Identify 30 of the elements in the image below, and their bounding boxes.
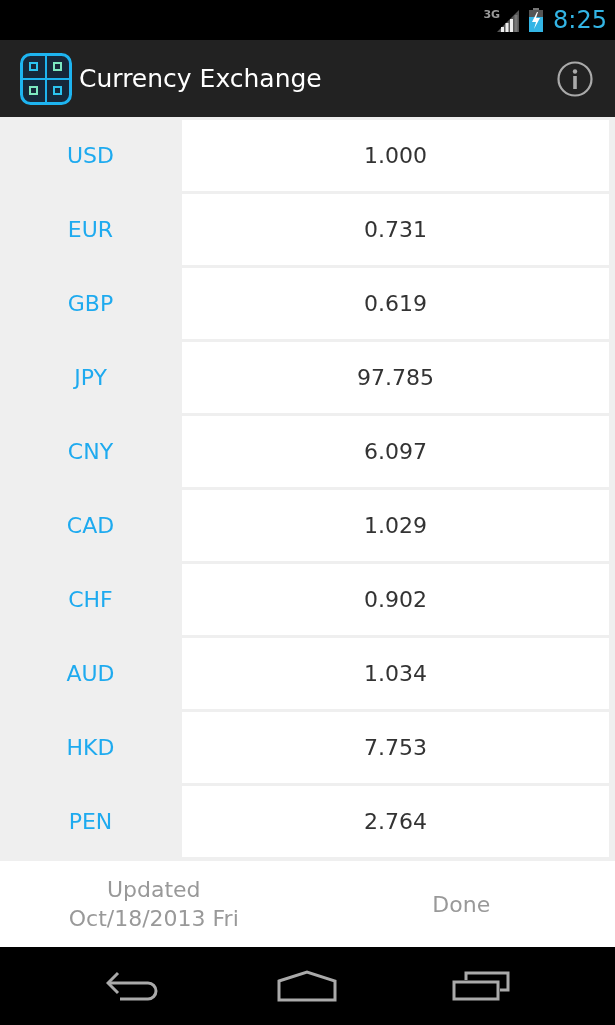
currency-code[interactable]: CAD xyxy=(0,490,181,561)
updated-date-text: Updated Oct/18/2013 Fri xyxy=(68,876,239,933)
currency-code[interactable]: PEN xyxy=(0,786,181,857)
currency-code[interactable]: CNY xyxy=(0,416,181,487)
clock-text: 8:25 xyxy=(553,8,607,32)
network-type-text: 3G xyxy=(483,8,501,20)
home-icon[interactable] xyxy=(276,970,337,1002)
currency-code[interactable]: USD xyxy=(0,120,181,191)
rate-value-cell[interactable]: 1.000 xyxy=(182,120,609,191)
done-button[interactable]: Done xyxy=(414,881,509,927)
info-icon[interactable] xyxy=(557,60,593,97)
rate-value-cell[interactable]: 0.619 xyxy=(182,268,609,339)
app-title: Currency Exchange xyxy=(79,62,323,95)
rate-value-cell[interactable]: 7.753 xyxy=(182,712,609,783)
currency-code[interactable]: EUR xyxy=(0,194,181,265)
rate-value-cell[interactable]: 97.785 xyxy=(182,342,609,413)
currency-code[interactable]: GBP xyxy=(0,268,181,339)
currency-code[interactable]: JPY xyxy=(0,342,181,413)
recent-apps-icon[interactable] xyxy=(451,971,510,1001)
currency-code[interactable]: AUD xyxy=(0,638,181,709)
currency-code[interactable]: CHF xyxy=(0,564,181,635)
rate-value-cell[interactable]: 1.029 xyxy=(182,490,609,561)
rate-value-cell[interactable]: 1.034 xyxy=(182,638,609,709)
rate-value-cell[interactable]: 6.097 xyxy=(182,416,609,487)
rate-value-cell[interactable]: 0.731 xyxy=(182,194,609,265)
rate-value-cell[interactable]: 2.764 xyxy=(182,786,609,857)
app-grid-icon[interactable] xyxy=(20,52,72,105)
currency-code[interactable]: HKD xyxy=(0,712,181,783)
rate-value-cell[interactable]: 0.902 xyxy=(182,564,609,635)
battery-charging-icon xyxy=(529,8,544,32)
